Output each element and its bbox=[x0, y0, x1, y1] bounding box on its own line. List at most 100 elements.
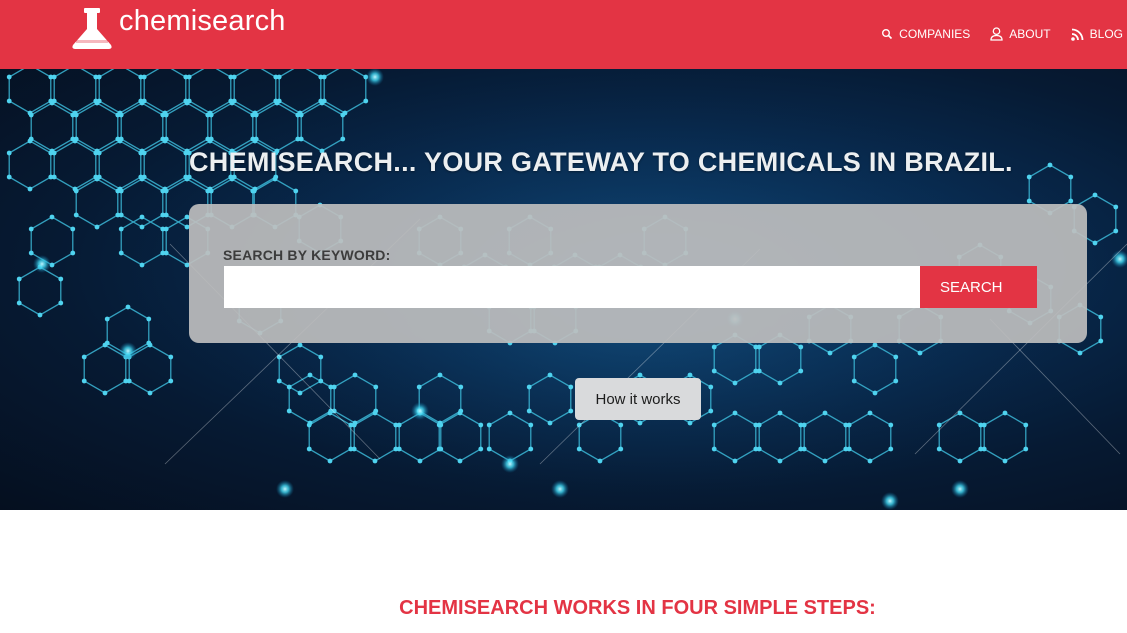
molecule-atom bbox=[102, 342, 108, 348]
molecule-atom bbox=[756, 446, 762, 452]
nav-about-label: ABOUT bbox=[1009, 27, 1051, 41]
molecule-atom bbox=[139, 262, 145, 268]
nav-companies-label: COMPANIES bbox=[899, 27, 971, 41]
molecule-atom bbox=[208, 112, 214, 118]
molecule-atom bbox=[801, 446, 807, 452]
molecule-atom bbox=[318, 378, 324, 384]
molecule-atom bbox=[146, 316, 152, 322]
molecule-atom bbox=[231, 74, 237, 80]
search-button[interactable]: SEARCH bbox=[920, 266, 1037, 308]
molecule-atom bbox=[298, 112, 304, 118]
glowing-atom bbox=[366, 69, 384, 86]
molecule-atom bbox=[547, 420, 553, 426]
molecule-atom bbox=[331, 384, 337, 390]
molecule-atom bbox=[141, 74, 147, 80]
molecule-atom bbox=[163, 188, 169, 194]
molecule-atom bbox=[526, 408, 532, 414]
search-icon bbox=[882, 29, 893, 40]
molecule-hexagon bbox=[53, 69, 97, 114]
molecule-atom bbox=[436, 446, 442, 452]
molecule-atom bbox=[126, 378, 132, 384]
molecule-hexagon bbox=[323, 69, 367, 114]
molecule-atom bbox=[118, 188, 124, 194]
molecule-atom bbox=[1113, 204, 1119, 210]
molecule-atom bbox=[168, 378, 174, 384]
molecule-atom bbox=[576, 446, 582, 452]
molecule-atom bbox=[276, 378, 282, 384]
molecule-atom bbox=[208, 188, 214, 194]
molecule-atom bbox=[893, 354, 899, 360]
molecule-atom bbox=[81, 378, 87, 384]
molecule-hexagon bbox=[278, 69, 322, 114]
molecule-hexagon bbox=[98, 69, 142, 114]
molecule-atom bbox=[708, 384, 714, 390]
molecule-atom bbox=[70, 250, 76, 256]
how-it-works-button[interactable]: How it works bbox=[575, 378, 701, 420]
molecule-atom bbox=[458, 384, 464, 390]
molecule-atom bbox=[478, 446, 484, 452]
molecule-atom bbox=[822, 410, 828, 416]
molecule-atom bbox=[801, 422, 807, 428]
molecule-atom bbox=[798, 344, 804, 350]
molecule-atom bbox=[286, 408, 292, 414]
molecule-atom bbox=[528, 422, 534, 428]
molecule-hexagon bbox=[75, 178, 119, 228]
glowing-atom bbox=[119, 342, 137, 360]
molecule-hexagon bbox=[98, 140, 142, 190]
molecule-atom bbox=[73, 188, 79, 194]
molecule-hexagon bbox=[143, 69, 187, 114]
molecule-atom bbox=[147, 342, 153, 348]
glowing-atom bbox=[1111, 250, 1127, 268]
nav-blog[interactable]: BLOG bbox=[1070, 25, 1123, 43]
nav-companies[interactable]: COMPANIES bbox=[881, 25, 970, 43]
molecule-atom bbox=[637, 372, 643, 378]
brand-name[interactable]: chemisearch bbox=[119, 5, 286, 38]
molecule-atom bbox=[94, 100, 100, 106]
molecule-atom bbox=[1026, 198, 1032, 204]
molecule-atom bbox=[528, 446, 534, 452]
molecule-atom bbox=[340, 112, 346, 118]
molecule-atom bbox=[568, 408, 574, 414]
molecule-atom bbox=[139, 224, 145, 230]
molecule-atom bbox=[94, 176, 100, 182]
molecule-atom bbox=[756, 422, 762, 428]
molecule-atom bbox=[732, 458, 738, 464]
molecule-atom bbox=[184, 100, 190, 106]
nav-about[interactable]: ABOUT bbox=[990, 25, 1051, 43]
molecule-atom bbox=[81, 354, 87, 360]
molecule-atom bbox=[867, 410, 873, 416]
molecule-atom bbox=[118, 250, 124, 256]
molecule-atom bbox=[1113, 228, 1119, 234]
molecule-atom bbox=[96, 150, 102, 156]
molecule-atom bbox=[117, 138, 123, 144]
molecule-atom bbox=[253, 112, 259, 118]
molecule-atom bbox=[777, 458, 783, 464]
molecule-atom bbox=[6, 150, 12, 156]
user-icon bbox=[990, 27, 1003, 41]
molecule-atom bbox=[6, 98, 12, 104]
molecule-atom bbox=[872, 390, 878, 396]
molecule-atom bbox=[1098, 314, 1104, 320]
molecule-atom bbox=[708, 408, 714, 414]
molecule-atom bbox=[687, 372, 693, 378]
molecule-atom bbox=[118, 226, 124, 232]
glowing-atom bbox=[881, 492, 899, 510]
molecule-atom bbox=[293, 188, 299, 194]
search-input[interactable] bbox=[224, 266, 920, 308]
molecule-atom bbox=[28, 112, 34, 118]
molecule-atom bbox=[1068, 198, 1074, 204]
molecule-atom bbox=[457, 410, 463, 416]
molecule-atom bbox=[16, 276, 22, 282]
glowing-atom bbox=[551, 480, 569, 498]
search-panel: SEARCH BY KEYWORD: SEARCH bbox=[189, 204, 1087, 343]
molecule-hexagon bbox=[210, 102, 254, 152]
molecule-atom bbox=[125, 304, 131, 310]
molecule-atom bbox=[732, 380, 738, 386]
molecule-atom bbox=[416, 384, 422, 390]
molecule-atom bbox=[732, 410, 738, 416]
molecule-atom bbox=[118, 112, 124, 118]
molecule-atom bbox=[16, 300, 22, 306]
molecule-hexagon bbox=[120, 216, 164, 266]
flask-icon[interactable] bbox=[69, 7, 115, 51]
molecule-atom bbox=[306, 422, 312, 428]
